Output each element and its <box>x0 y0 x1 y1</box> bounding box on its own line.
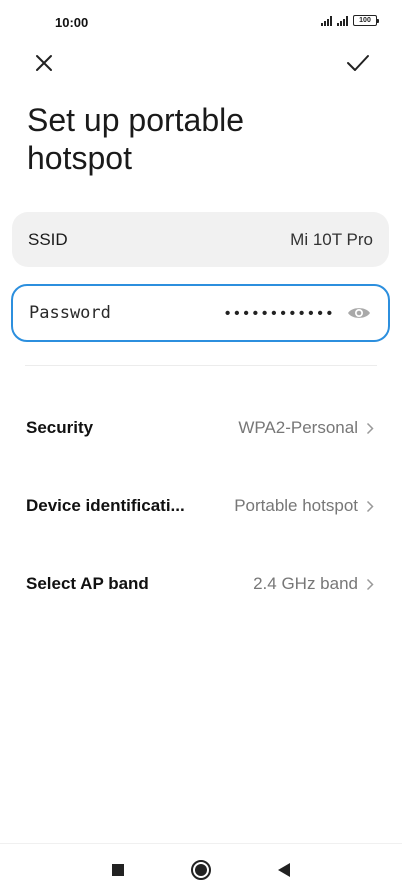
security-label: Security <box>26 418 94 437</box>
status-icons: 100 <box>321 15 379 26</box>
recent-apps-button[interactable] <box>106 858 130 882</box>
signal-icon <box>321 15 332 26</box>
status-time: 10:00 <box>55 15 89 30</box>
square-icon <box>112 864 124 876</box>
page-title-line1: Set up portable <box>27 102 245 138</box>
security-value: WPA2-Personal <box>238 418 358 437</box>
back-button[interactable] <box>272 858 296 882</box>
page-title: Set up portable hotspot <box>27 101 327 177</box>
home-button[interactable] <box>189 858 213 882</box>
ap-band-value: 2.4 GHz band <box>253 574 358 593</box>
chevron-right-icon <box>366 421 376 435</box>
close-button[interactable] <box>29 48 59 78</box>
ap-band-label: Select AP band <box>26 574 149 593</box>
device-identification-value: Portable hotspot <box>234 496 358 515</box>
battery-icon: 100 <box>353 15 379 26</box>
triangle-back-icon <box>278 863 290 877</box>
check-icon <box>347 55 369 71</box>
status-bar: 10:00 100 <box>0 0 402 44</box>
ap-band-row[interactable]: Select AP band 2.4 GHz band <box>0 554 402 614</box>
chevron-right-icon <box>366 577 376 591</box>
navigation-bar <box>0 843 402 893</box>
ssid-value: Mi 10T Pro <box>290 229 373 249</box>
divider <box>25 365 377 366</box>
circle-icon <box>191 860 211 880</box>
chevron-right-icon <box>366 499 376 513</box>
eye-icon <box>348 308 370 318</box>
password-label: Password <box>29 303 111 323</box>
security-row[interactable]: Security WPA2-Personal <box>0 398 402 458</box>
top-actions <box>0 48 402 80</box>
password-value: •••••••••••• <box>224 304 336 322</box>
password-field[interactable]: Password •••••••••••• <box>11 284 390 342</box>
close-icon <box>36 55 52 71</box>
page-title-line2: hotspot <box>27 140 132 176</box>
device-identification-label: Device identificati... <box>26 496 185 515</box>
device-identification-row[interactable]: Device identificati... Portable hotspot <box>0 476 402 536</box>
signal-icon-2 <box>337 15 348 26</box>
ssid-field[interactable]: SSID Mi 10T Pro <box>12 212 389 267</box>
ssid-label: SSID <box>28 229 68 249</box>
confirm-button[interactable] <box>343 48 373 78</box>
toggle-password-visibility-button[interactable] <box>346 300 372 326</box>
